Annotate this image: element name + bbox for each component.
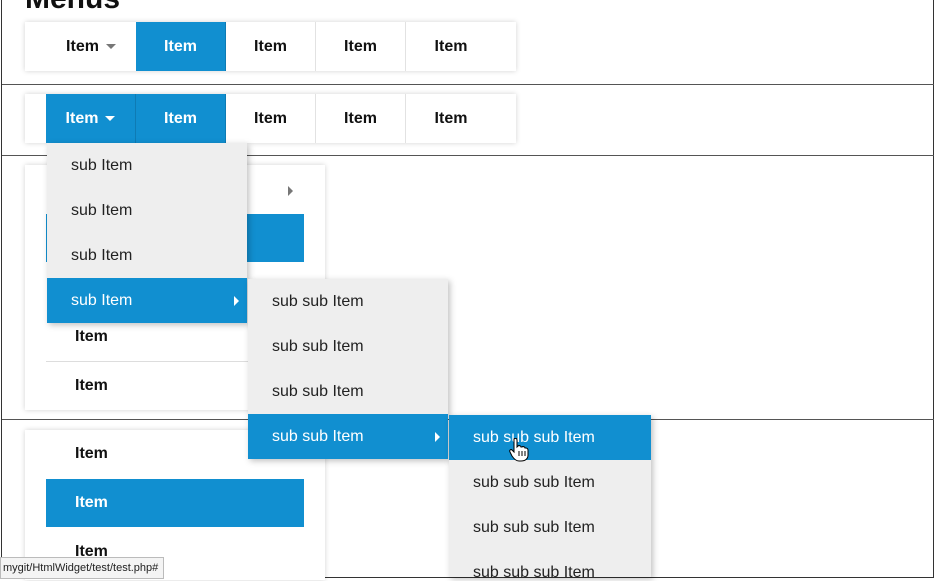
- submenu-item-label: sub Item: [71, 157, 133, 174]
- menubar-item-label: Item: [434, 38, 468, 55]
- menubar-1-item-2[interactable]: Item: [136, 22, 226, 71]
- submenu-item-label: sub Item: [71, 202, 133, 219]
- submenu-item-label: sub Item: [71, 292, 133, 309]
- submenu-item-active[interactable]: sub sub sub Item: [449, 415, 651, 460]
- caret-right-icon: [288, 186, 293, 196]
- submenu-item[interactable]: sub sub sub Item: [449, 460, 651, 505]
- caret-down-icon: [105, 116, 116, 122]
- menubar-1-item-3[interactable]: Item: [226, 22, 316, 71]
- menubar-item-label: Item: [344, 110, 377, 127]
- submenu-item[interactable]: sub sub Item: [248, 369, 448, 414]
- submenu-level-3: sub sub sub Item sub sub sub Item sub su…: [449, 415, 651, 577]
- submenu-item[interactable]: sub sub sub Item: [449, 505, 651, 550]
- submenu-item-label: sub sub sub Item: [473, 519, 595, 536]
- vertical-item-label: Item: [75, 494, 108, 511]
- page-title: Menus: [25, 0, 120, 16]
- menubar-1-item-dropdown[interactable]: Item: [46, 22, 136, 71]
- vertical-menu-2-item-active[interactable]: Item: [46, 479, 304, 527]
- menubar-1-item-5[interactable]: Item: [406, 22, 496, 71]
- menubar-2-item-dropdown[interactable]: Item: [46, 94, 136, 143]
- caret-down-icon: [105, 44, 116, 50]
- submenu-item[interactable]: sub Item: [47, 143, 247, 188]
- submenu-item[interactable]: sub Item: [47, 188, 247, 233]
- submenu-item-label: sub sub sub Item: [473, 429, 595, 446]
- menubar-1-item-4[interactable]: Item: [316, 22, 406, 71]
- submenu-item[interactable]: sub Item: [47, 233, 247, 278]
- menubar-2-item-5[interactable]: Item: [406, 94, 496, 143]
- menubar-2-item-4[interactable]: Item: [316, 94, 406, 143]
- menubar-2: Item Item Item Item Item: [25, 94, 516, 143]
- caret-right-icon: [435, 432, 440, 442]
- menubar-item-label: Item: [254, 38, 287, 55]
- menubar-item-label: Item: [344, 38, 377, 55]
- submenu-item-label: sub sub Item: [272, 338, 364, 355]
- vertical-item-label: Item: [75, 377, 108, 394]
- section-divider: [2, 84, 934, 85]
- submenu-level-1: sub Item sub Item sub Item sub Item: [47, 143, 247, 323]
- menubar-1: Item Item Item Item Item: [25, 22, 516, 71]
- menubar-2-item-3[interactable]: Item: [226, 94, 316, 143]
- submenu-item-label: sub Item: [71, 247, 133, 264]
- submenu-item[interactable]: sub sub sub Item: [449, 550, 651, 577]
- status-bar-url: mygit/HtmlWidget/test/test.php#: [0, 557, 165, 579]
- submenu-item-active[interactable]: sub Item: [47, 278, 247, 323]
- vertical-item-label: Item: [75, 328, 108, 345]
- menubar-2-item-2[interactable]: Item: [136, 94, 226, 143]
- vertical-item-label: Item: [75, 445, 108, 462]
- submenu-item-label: sub sub sub Item: [473, 474, 595, 491]
- menubar-item-label: Item: [434, 110, 468, 127]
- submenu-item-label: sub sub Item: [272, 383, 364, 400]
- submenu-item-label: sub sub sub Item: [473, 564, 595, 577]
- caret-right-icon: [234, 296, 239, 306]
- menubar-item-label: Item: [164, 110, 197, 127]
- menubar-item-label: Item: [254, 110, 287, 127]
- menubar-item-label: Item: [65, 110, 99, 127]
- submenu-item[interactable]: sub sub Item: [248, 279, 448, 324]
- menubar-item-label: Item: [164, 38, 197, 55]
- submenu-item-label: sub sub Item: [272, 428, 364, 445]
- submenu-item[interactable]: sub sub Item: [248, 324, 448, 369]
- menubar-item-label: Item: [66, 38, 99, 55]
- submenu-item-label: sub sub Item: [272, 293, 364, 310]
- hand-pointer-icon: [509, 438, 529, 462]
- submenu-level-2: sub sub Item sub sub Item sub sub Item s…: [248, 279, 448, 459]
- submenu-item-active[interactable]: sub sub Item: [248, 414, 448, 459]
